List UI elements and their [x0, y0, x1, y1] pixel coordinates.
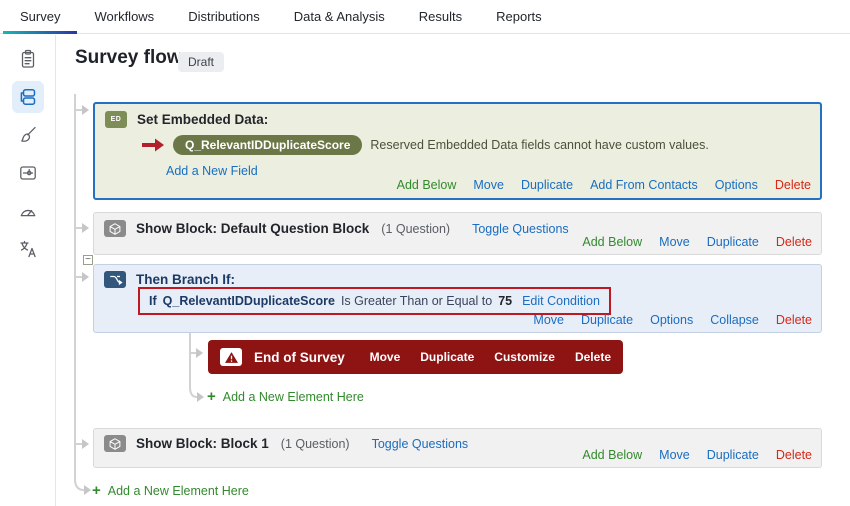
add-from-contacts-link[interactable]: Add From Contacts — [590, 178, 698, 192]
condition-field: Q_RelevantIDDuplicateScore — [162, 294, 335, 308]
end-of-survey-actions: Move Duplicate Customize Delete — [370, 350, 611, 364]
embedded-field-pill[interactable]: Q_RelevantIDDuplicateScore — [173, 135, 363, 155]
tab-workflows[interactable]: Workflows — [77, 0, 171, 33]
end-of-survey-block[interactable]: End of Survey Move Duplicate Customize D… — [208, 340, 623, 374]
look-and-feel-icon[interactable] — [12, 119, 44, 151]
tab-workflows-label: Workflows — [94, 9, 155, 24]
tab-results-label: Results — [418, 9, 463, 24]
survey-options-icon[interactable] — [12, 157, 44, 189]
page-title: Survey flow — [75, 47, 182, 68]
duplicate-link[interactable]: Duplicate — [581, 313, 633, 327]
tab-distributions-label: Distributions — [188, 9, 260, 24]
plus-icon: + — [92, 482, 101, 499]
block1-actions: Add Below Move Duplicate Delete — [582, 448, 812, 462]
tab-reports[interactable]: Reports — [479, 0, 559, 33]
left-sidebar — [0, 35, 56, 506]
default-block-question-count: (1 Question) — [381, 221, 451, 236]
tab-survey[interactable]: Survey — [3, 0, 78, 34]
block-cube-icon — [104, 220, 126, 237]
condition-if-word: If — [149, 294, 157, 308]
annotation-arrow-icon — [142, 138, 164, 152]
default-block-actions: Add Below Move Duplicate Delete — [582, 235, 812, 249]
collapse-link[interactable]: Collapse — [710, 313, 759, 327]
delete-link[interactable]: Delete — [575, 350, 611, 364]
duplicate-link[interactable]: Duplicate — [420, 350, 474, 364]
branch-condition-annotation-box: If Q_RelevantIDDuplicateScore Is Greater… — [138, 287, 611, 315]
toggle-questions-link[interactable]: Toggle Questions — [472, 222, 569, 236]
duplicate-link[interactable]: Duplicate — [707, 235, 759, 249]
expert-review-icon[interactable] — [12, 195, 44, 227]
branch-icon — [104, 271, 126, 288]
move-link[interactable]: Move — [533, 313, 564, 327]
delete-link[interactable]: Delete — [776, 313, 812, 327]
add-below-link[interactable]: Add Below — [582, 235, 642, 249]
add-new-element-main-link[interactable]: + Add a New Element Here — [92, 482, 249, 499]
translations-icon[interactable] — [12, 233, 44, 265]
default-block-header: Show Block: Default Question Block (1 Qu… — [104, 220, 569, 237]
survey-builder-icon[interactable] — [12, 43, 44, 75]
top-navigation: Survey Workflows Distributions Data & An… — [0, 0, 850, 34]
branch-header: Then Branch If: — [104, 271, 235, 288]
embedded-data-header: ED Set Embedded Data: — [105, 111, 268, 128]
tab-data-analysis[interactable]: Data & Analysis — [277, 0, 402, 33]
add-element-label: Add a New Element Here — [222, 390, 364, 404]
duplicate-link[interactable]: Duplicate — [707, 448, 759, 462]
move-link[interactable]: Move — [659, 448, 690, 462]
embedded-data-title: Set Embedded Data: — [137, 112, 269, 127]
options-link[interactable]: Options — [715, 178, 758, 192]
tab-distributions[interactable]: Distributions — [171, 0, 277, 33]
add-new-element-branch-link[interactable]: + Add a New Element Here — [207, 388, 364, 405]
delete-link[interactable]: Delete — [776, 448, 812, 462]
tab-survey-label: Survey — [20, 9, 61, 24]
condition-operator: Is Greater Than or Equal to — [340, 294, 493, 308]
tab-results[interactable]: Results — [402, 0, 479, 33]
toggle-questions-link[interactable]: Toggle Questions — [372, 437, 469, 451]
branch-collapse-toggle[interactable]: − — [83, 255, 93, 265]
branch-actions: Move Duplicate Options Collapse Delete — [533, 313, 812, 327]
plus-icon: + — [207, 388, 216, 405]
add-new-field-link[interactable]: Add a New Field — [166, 164, 258, 178]
move-link[interactable]: Move — [370, 350, 401, 364]
block1-header: Show Block: Block 1 (1 Question) Toggle … — [104, 435, 468, 452]
block1-title: Show Block: Block 1 — [136, 436, 269, 451]
move-link[interactable]: Move — [473, 178, 504, 192]
qualtrics-survey-flow-page: Survey Workflows Distributions Data & An… — [0, 0, 850, 506]
survey-flow-icon[interactable] — [11, 81, 44, 113]
condition-value: 75 — [498, 294, 513, 308]
block1-block[interactable]: Show Block: Block 1 (1 Question) Toggle … — [93, 428, 822, 468]
end-of-survey-title: End of Survey — [254, 349, 345, 365]
reserved-field-note: Reserved Embedded Data fields cannot hav… — [370, 138, 709, 152]
embedded-data-field-row: Q_RelevantIDDuplicateScore Reserved Embe… — [141, 135, 709, 155]
tab-reports-label: Reports — [496, 9, 542, 24]
delete-link[interactable]: Delete — [776, 235, 812, 249]
embedded-data-icon: ED — [105, 111, 127, 128]
customize-link[interactable]: Customize — [494, 350, 555, 364]
default-block-title: Show Block: Default Question Block — [136, 221, 370, 236]
add-below-link[interactable]: Add Below — [582, 448, 642, 462]
branch-block[interactable]: Then Branch If: If Q_RelevantIDDuplicate… — [93, 264, 822, 333]
embedded-data-actions: Add Below Move Duplicate Add From Contac… — [397, 178, 811, 192]
block-cube-icon — [104, 435, 126, 452]
default-question-block[interactable]: Show Block: Default Question Block (1 Qu… — [93, 212, 822, 255]
move-link[interactable]: Move — [659, 235, 690, 249]
delete-link[interactable]: Delete — [775, 178, 811, 192]
warning-triangle-icon — [220, 348, 242, 366]
status-badge: Draft — [178, 52, 225, 72]
duplicate-link[interactable]: Duplicate — [521, 178, 573, 192]
embedded-data-block[interactable]: ED Set Embedded Data: Q_RelevantIDDuplic… — [93, 102, 822, 200]
tab-data-analysis-label: Data & Analysis — [293, 9, 385, 24]
edit-condition-link[interactable]: Edit Condition — [522, 294, 600, 308]
add-below-link[interactable]: Add Below — [397, 178, 457, 192]
block1-question-count: (1 Question) — [280, 436, 350, 451]
options-link[interactable]: Options — [650, 313, 693, 327]
branch-title: Then Branch If: — [136, 272, 236, 287]
add-element-label: Add a New Element Here — [107, 484, 249, 498]
